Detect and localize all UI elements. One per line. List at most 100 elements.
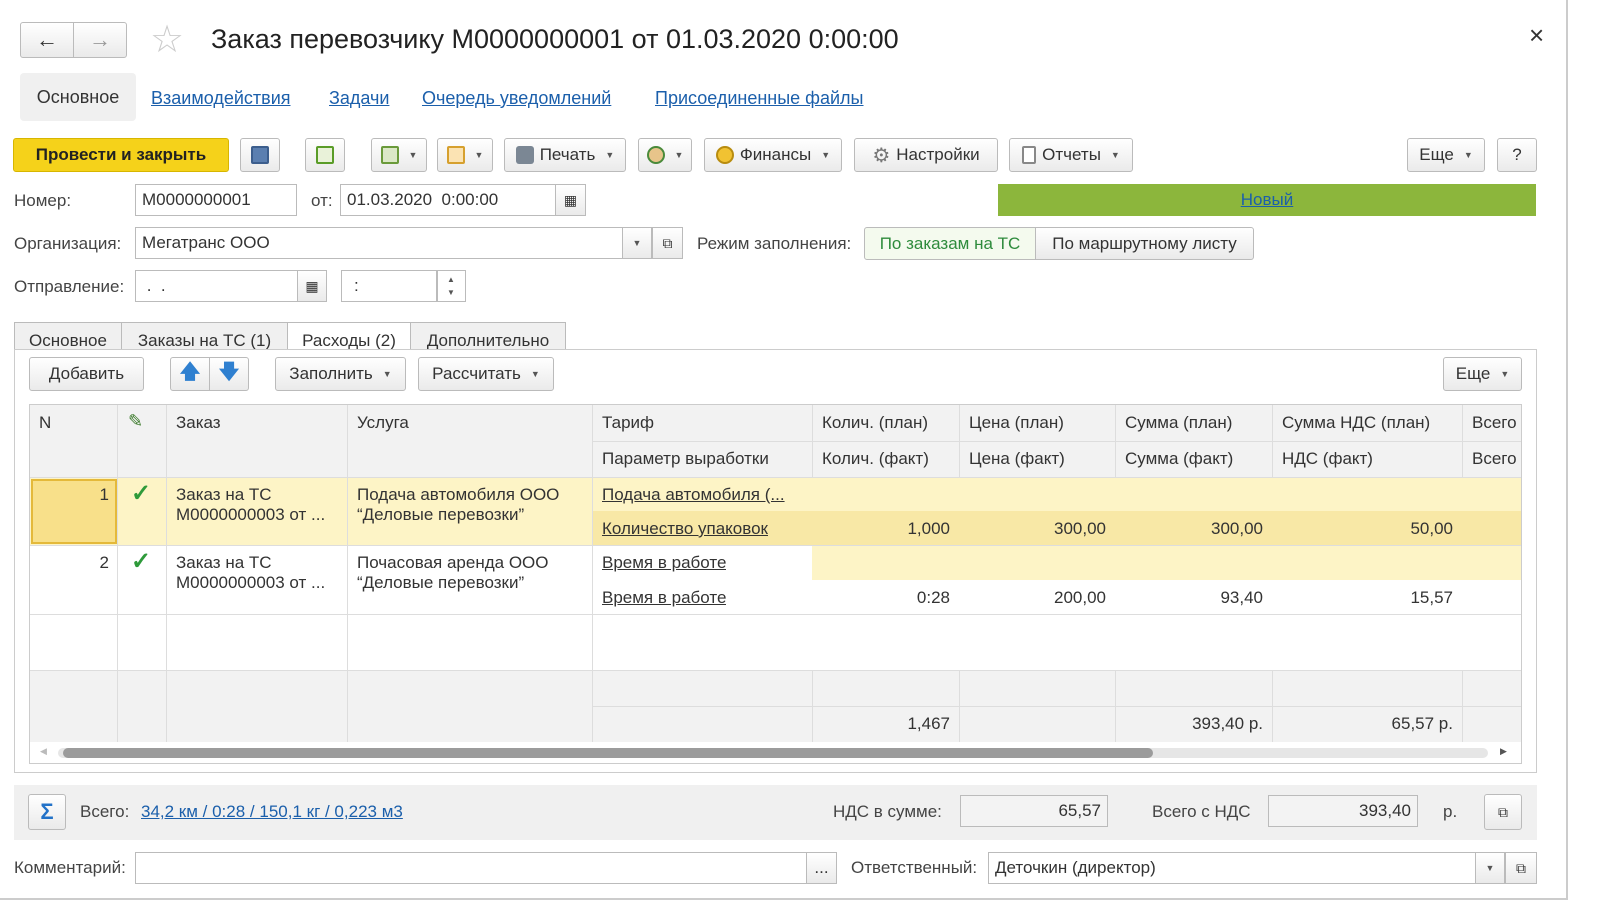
departure-calendar-button[interactable]: ▦ [297, 270, 327, 302]
row-2-qty-fact[interactable]: 0:28 [812, 588, 950, 608]
header-price-fact[interactable]: Цена (факт) [969, 449, 1065, 469]
post-button[interactable] [305, 138, 345, 172]
row-2-service[interactable]: Почасовая аренда ООО “Деловые перевозки” [357, 553, 589, 597]
comment-field[interactable] [135, 852, 807, 884]
window-title: Заказ перевозчику М0000000001 от 01.03.2… [211, 24, 899, 54]
post-and-close-button[interactable]: Провести и закрыть [13, 138, 229, 172]
row-2-vat-fact[interactable]: 15,57 [1272, 588, 1453, 608]
row-1-service[interactable]: Подача автомобиля ООО “Деловые перевозки… [357, 485, 589, 529]
create-based-on-button[interactable]: ▼ [371, 138, 427, 172]
tab-tasks[interactable]: Задачи [329, 88, 389, 109]
horizontal-scrollbar[interactable]: ◀ ▶ [30, 742, 1521, 763]
responsible-open-button[interactable]: ⧉ [1505, 852, 1537, 884]
header-sum-fact[interactable]: Сумма (факт) [1125, 449, 1233, 469]
finance-button[interactable]: Финансы ▼ [704, 138, 842, 172]
row-1-sum-fact[interactable]: 300,00 [1115, 519, 1263, 539]
tab-attached-files[interactable]: Присоединенные файлы [655, 88, 864, 109]
row-1-tariff[interactable]: Подача автомобиля (... [602, 485, 785, 505]
tab-interactions[interactable]: Взаимодействия [151, 88, 291, 109]
row-2-price-fact[interactable]: 200,00 [959, 588, 1106, 608]
fill-mode-orders[interactable]: По заказам на ТС [864, 227, 1036, 260]
footer-open-button[interactable]: ⧉ [1484, 794, 1522, 830]
departure-label: Отправление: [14, 277, 125, 296]
row-2-tariff[interactable]: Время в работе [602, 553, 726, 573]
header-qty-plan[interactable]: Колич. (план) [822, 413, 928, 433]
fill-mode-label: Режим заполнения: [697, 234, 852, 253]
departure-date-field[interactable]: . . [135, 270, 299, 302]
spinner-down-icon: ▼ [447, 288, 455, 297]
header-vat-plan[interactable]: Сумма НДС (план) [1282, 413, 1430, 433]
row-2-n[interactable]: 2 [39, 553, 109, 573]
scroll-right-icon[interactable]: ▶ [1500, 746, 1507, 757]
responsible-field[interactable]: Деточкин (директор) [988, 852, 1477, 884]
more-button[interactable]: Еще ▼ [1407, 138, 1485, 172]
header-tariff[interactable]: Тариф [602, 413, 654, 433]
organization-open-button[interactable]: ⧉ [652, 227, 683, 259]
departure-time-field[interactable]: : [341, 270, 438, 302]
row-1-price-fact[interactable]: 300,00 [959, 519, 1106, 539]
header-total-fact[interactable]: Всего [1472, 449, 1517, 469]
back-button[interactable]: ← [20, 22, 74, 58]
report-chart-icon [1022, 146, 1037, 164]
comment-select-label: ... [814, 858, 829, 877]
close-icon[interactable]: × [1529, 20, 1544, 51]
row-1-param[interactable]: Количество упаковок [602, 519, 768, 539]
header-qty-fact[interactable]: Колич. (факт) [822, 449, 929, 469]
row-2-param[interactable]: Время в работе [602, 588, 726, 608]
print-button[interactable]: Печать ▼ [504, 138, 626, 172]
tab-main[interactable]: Основное [20, 73, 136, 121]
chevron-down-icon: ▼ [1500, 369, 1510, 379]
users-button[interactable]: ▼ [638, 138, 692, 172]
scroll-left-icon[interactable]: ◀ [40, 746, 47, 757]
sigma-button[interactable]: Σ [28, 794, 66, 830]
table-more-button[interactable]: Еще ▼ [1443, 357, 1522, 391]
related-documents-button[interactable]: ▼ [437, 138, 493, 172]
header-vat-fact[interactable]: НДС (факт) [1282, 449, 1373, 469]
add-button[interactable]: Добавить [29, 357, 144, 391]
responsible-dropdown-button[interactable]: ▼ [1475, 852, 1505, 884]
comment-select-button[interactable]: ... [806, 852, 837, 884]
help-button[interactable]: ? [1497, 138, 1537, 172]
related-documents-icon [446, 146, 465, 164]
date-field[interactable]: 01.03.2020 0:00:00 [340, 184, 556, 216]
fill-mode-route[interactable]: По маршрутному листу [1035, 227, 1254, 260]
inner-tab-additional-label: Дополнительно [426, 330, 550, 350]
header-price-plan[interactable]: Цена (план) [969, 413, 1064, 433]
reports-button[interactable]: Отчеты ▼ [1009, 138, 1133, 172]
row-2-sum-fact[interactable]: 93,40 [1115, 588, 1263, 608]
time-spinner[interactable]: ▲ ▼ [436, 270, 466, 302]
star-icon[interactable]: ☆ [150, 18, 184, 62]
row-1-qty-fact[interactable]: 1,000 [812, 519, 950, 539]
row-1-order[interactable]: Заказ на ТС М0000000003 от ... [176, 485, 344, 529]
header-n[interactable]: N [39, 413, 51, 433]
organization-field[interactable]: Мегатранс ООО [135, 227, 625, 259]
row-1-vat-fact[interactable]: 50,00 [1272, 519, 1453, 539]
status-link[interactable]: Новый [1241, 190, 1293, 210]
fill-button[interactable]: Заполнить ▼ [275, 357, 406, 391]
save-button[interactable] [240, 138, 280, 172]
calculate-button[interactable]: Рассчитать ▼ [418, 357, 554, 391]
sigma-icon: Σ [40, 799, 54, 824]
header-total-plan[interactable]: Всего [1472, 413, 1517, 433]
header-service[interactable]: Услуга [357, 413, 409, 433]
row-2-order[interactable]: Заказ на ТС М0000000003 от ... [176, 553, 344, 597]
organization-dropdown-button[interactable]: ▼ [622, 227, 652, 259]
move-down-button[interactable]: 🡇 [209, 357, 249, 391]
chevron-down-icon: ▼ [530, 369, 540, 379]
organization-value: Мегатранс ООО [142, 233, 270, 252]
tab-notifications[interactable]: Очередь уведомлений [422, 88, 611, 109]
total-link[interactable]: 34,2 км / 0:28 / 150,1 кг / 0,223 м3 [141, 802, 403, 822]
gear-icon: ⚙ [872, 144, 891, 167]
header-param[interactable]: Параметр выработки [602, 449, 769, 469]
scrollbar-thumb[interactable] [63, 748, 1153, 758]
move-up-button[interactable]: 🡅 [170, 357, 210, 391]
header-order[interactable]: Заказ [176, 413, 221, 433]
calendar-button[interactable]: ▦ [555, 184, 586, 216]
total-label: Всего: [80, 802, 130, 821]
settings-button[interactable]: ⚙ Настройки [854, 138, 998, 172]
vat-label: НДС в сумме: [833, 802, 942, 821]
row-1-n[interactable]: 1 [39, 485, 109, 505]
forward-button[interactable]: → [73, 22, 127, 58]
header-sum-plan[interactable]: Сумма (план) [1125, 413, 1232, 433]
number-field[interactable]: М0000000001 [135, 184, 297, 216]
